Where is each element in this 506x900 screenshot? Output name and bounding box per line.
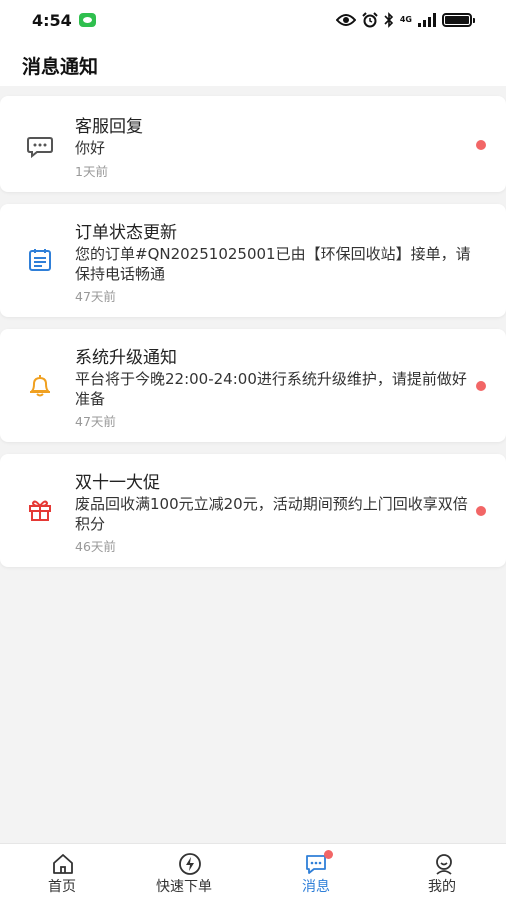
message-body: 平台将于今晚22:00-24:00进行系统升级维护，请提前做好准备 xyxy=(75,370,467,408)
status-icons: 4G xyxy=(335,11,475,29)
lightning-icon xyxy=(179,853,201,875)
message-time: 47天前 xyxy=(75,289,116,304)
message-card-order-status[interactable]: 订单状态更新 您的订单#QN20251025001已由【环保回收站】接单，请保持… xyxy=(0,204,506,317)
battery-icon xyxy=(442,13,475,27)
unread-dot xyxy=(476,381,486,391)
tab-messages[interactable]: 消息 xyxy=(254,844,380,900)
message-body: 你好 xyxy=(75,139,106,157)
tab-label: 快速下单 xyxy=(156,879,212,895)
user-icon xyxy=(436,854,452,875)
message-card-double-eleven[interactable]: 双十一大促 废品回收满100元立减20元，活动期间预约上门回收享双倍积分 46天… xyxy=(0,454,506,567)
header: 消息通知 xyxy=(0,40,506,86)
bluetooth-icon xyxy=(384,12,393,28)
tab-bar: 首页 快速下单 消息 我的 xyxy=(0,843,506,900)
message-time: 47天前 xyxy=(75,414,116,429)
alarm-icon xyxy=(362,12,378,28)
message-title: 订单状态更新 xyxy=(75,223,177,243)
chat-bubble-icon xyxy=(27,137,53,159)
message-body: 您的订单#QN20251025001已由【环保回收站】接单，请保持电话畅通 xyxy=(75,245,471,283)
status-time: 4:54 xyxy=(32,11,72,30)
tab-label: 我的 xyxy=(428,879,456,895)
network-type: 4G xyxy=(399,15,412,24)
eye-icon xyxy=(335,14,356,26)
unread-dot xyxy=(476,506,486,516)
signal-icon xyxy=(418,13,436,27)
tab-home[interactable]: 首页 xyxy=(0,844,126,900)
message-title: 客服回复 xyxy=(75,117,143,137)
wechat-notification-icon xyxy=(79,13,96,27)
tab-badge xyxy=(324,850,333,859)
tab-label: 首页 xyxy=(48,879,76,895)
tab-quick-order[interactable]: 快速下单 xyxy=(126,844,254,900)
message-title: 双十一大促 xyxy=(75,473,160,493)
message-time: 46天前 xyxy=(75,539,116,554)
message-body: 废品回收满100元立减20元，活动期间预约上门回收享双倍积分 xyxy=(75,495,468,533)
page-title: 消息通知 xyxy=(22,56,99,78)
tab-mine[interactable]: 我的 xyxy=(380,844,506,900)
message-title: 系统升级通知 xyxy=(75,348,177,368)
unread-dot xyxy=(476,140,486,150)
gift-icon xyxy=(29,500,51,521)
tab-label: 消息 xyxy=(302,879,330,895)
message-card-system-upgrade[interactable]: 系统升级通知 平台将于今晚22:00-24:00进行系统升级维护，请提前做好准备… xyxy=(0,329,506,442)
status-bar: 4:54 4G xyxy=(0,0,506,40)
message-time: 1天前 xyxy=(75,164,108,179)
home-icon xyxy=(53,854,73,874)
message-card-customer-service[interactable]: 客服回复 你好 1天前 xyxy=(0,96,506,192)
bell-icon xyxy=(30,375,50,397)
calendar-icon xyxy=(29,249,51,271)
